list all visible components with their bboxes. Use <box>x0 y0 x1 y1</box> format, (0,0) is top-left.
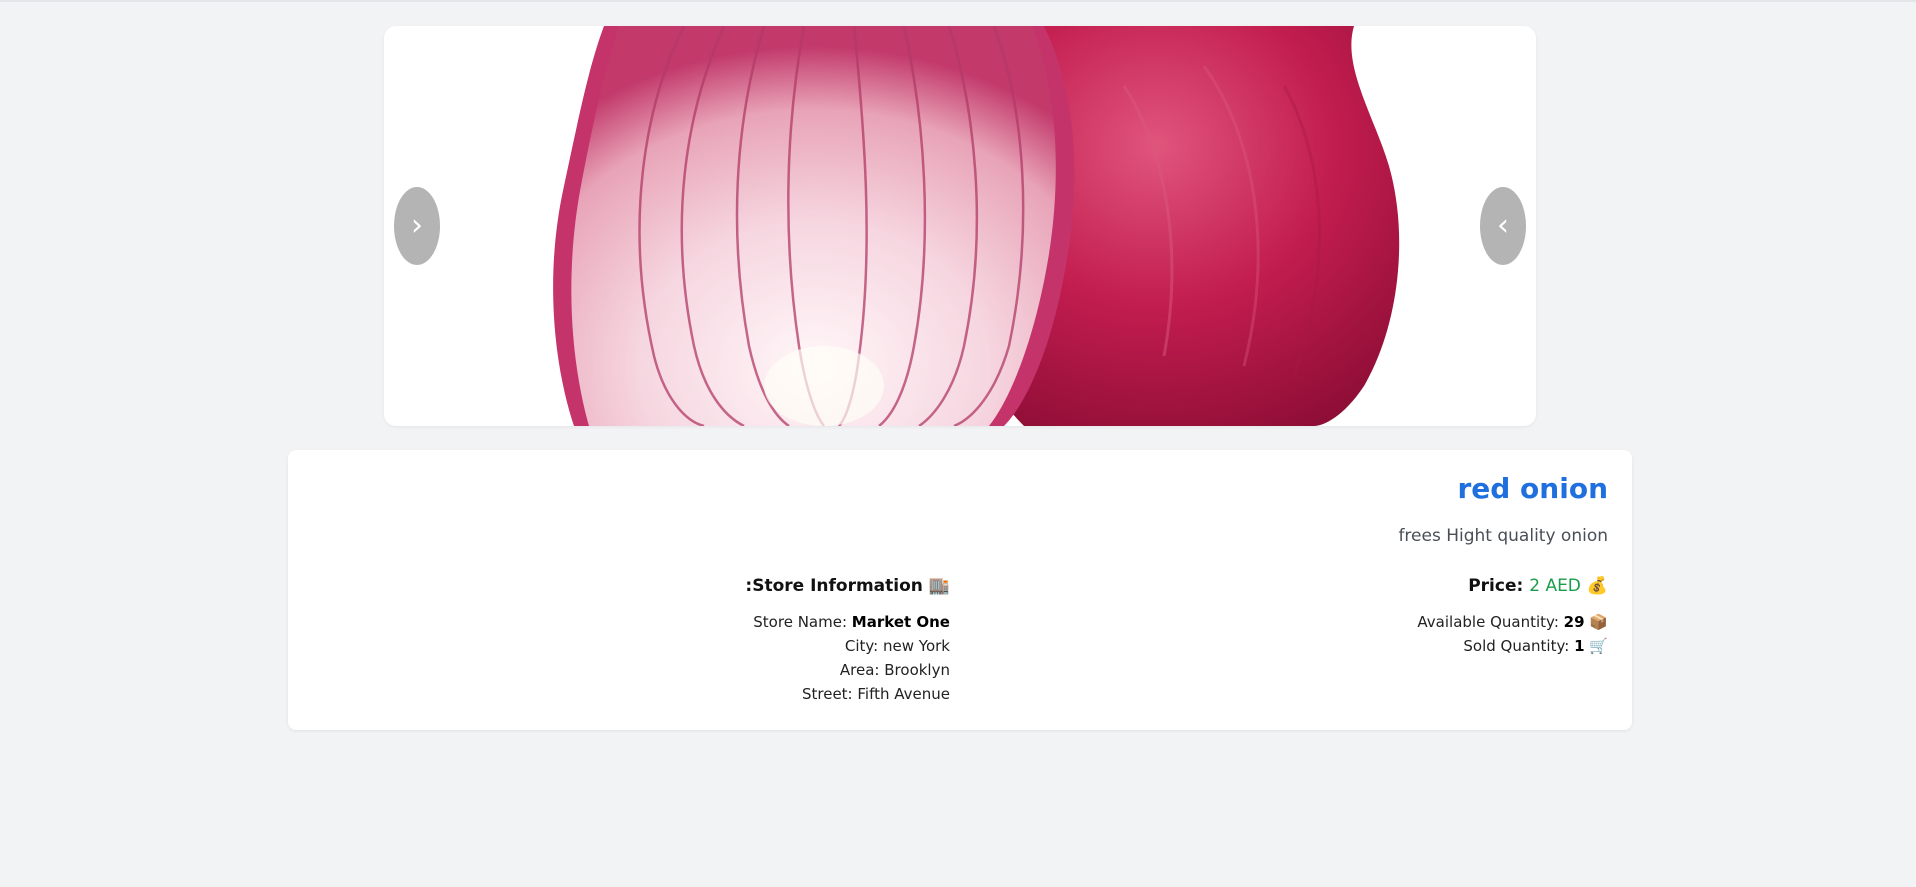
store-info-heading-text: :Store Information <box>745 576 923 596</box>
product-description: frees Hight quality onion <box>1398 526 1608 546</box>
street-line: Street: Fifth Avenue <box>745 682 950 706</box>
price-line: Price: 2 AED 💰 <box>1417 576 1608 596</box>
package-icon: 📦 <box>1589 613 1608 631</box>
carousel-next-button[interactable]: ‹ <box>1480 187 1526 265</box>
price-value: 2 AED <box>1529 576 1581 596</box>
city-value: new York <box>883 637 950 655</box>
available-quantity-line: Available Quantity: 29 📦 <box>1417 610 1608 634</box>
store-info-section: :Store Information 🏬 Store Name: Market … <box>745 576 950 706</box>
store-name-line: Store Name: Market One <box>745 610 950 634</box>
sold-quantity-value: 1 <box>1574 637 1585 655</box>
available-quantity-value: 29 <box>1563 613 1585 631</box>
store-info-heading: :Store Information 🏬 <box>745 576 950 596</box>
store-name-label: Store Name: <box>753 613 848 631</box>
top-border <box>0 0 1916 2</box>
area-value: Brooklyn <box>884 661 950 679</box>
street-label: Street: <box>801 685 853 703</box>
area-line: Area: Brooklyn <box>745 658 950 682</box>
city-line: City: new York <box>745 634 950 658</box>
department-store-icon: 🏬 <box>928 576 950 596</box>
image-carousel: › ‹ <box>384 26 1536 426</box>
sold-quantity-label: Sold Quantity: <box>1463 637 1570 655</box>
street-value: Fifth Avenue <box>857 685 950 703</box>
product-details-card: red onion frees Hight quality onion Pric… <box>288 450 1632 730</box>
price-section: Price: 2 AED 💰 Available Quantity: 29 📦 … <box>1417 576 1608 658</box>
store-name-value: Market One <box>851 613 950 631</box>
product-image <box>553 26 1400 426</box>
carousel-prev-button[interactable]: › <box>394 187 440 265</box>
product-title: red onion <box>1457 472 1608 505</box>
shopping-cart-icon: 🛒 <box>1589 637 1608 655</box>
area-label: Area: <box>839 661 880 679</box>
price-label: Price: <box>1468 576 1524 596</box>
city-label: City: <box>844 637 879 655</box>
available-quantity-label: Available Quantity: <box>1417 613 1559 631</box>
sold-quantity-line: Sold Quantity: 1 🛒 <box>1417 634 1608 658</box>
money-bag-icon: 💰 <box>1586 576 1608 596</box>
